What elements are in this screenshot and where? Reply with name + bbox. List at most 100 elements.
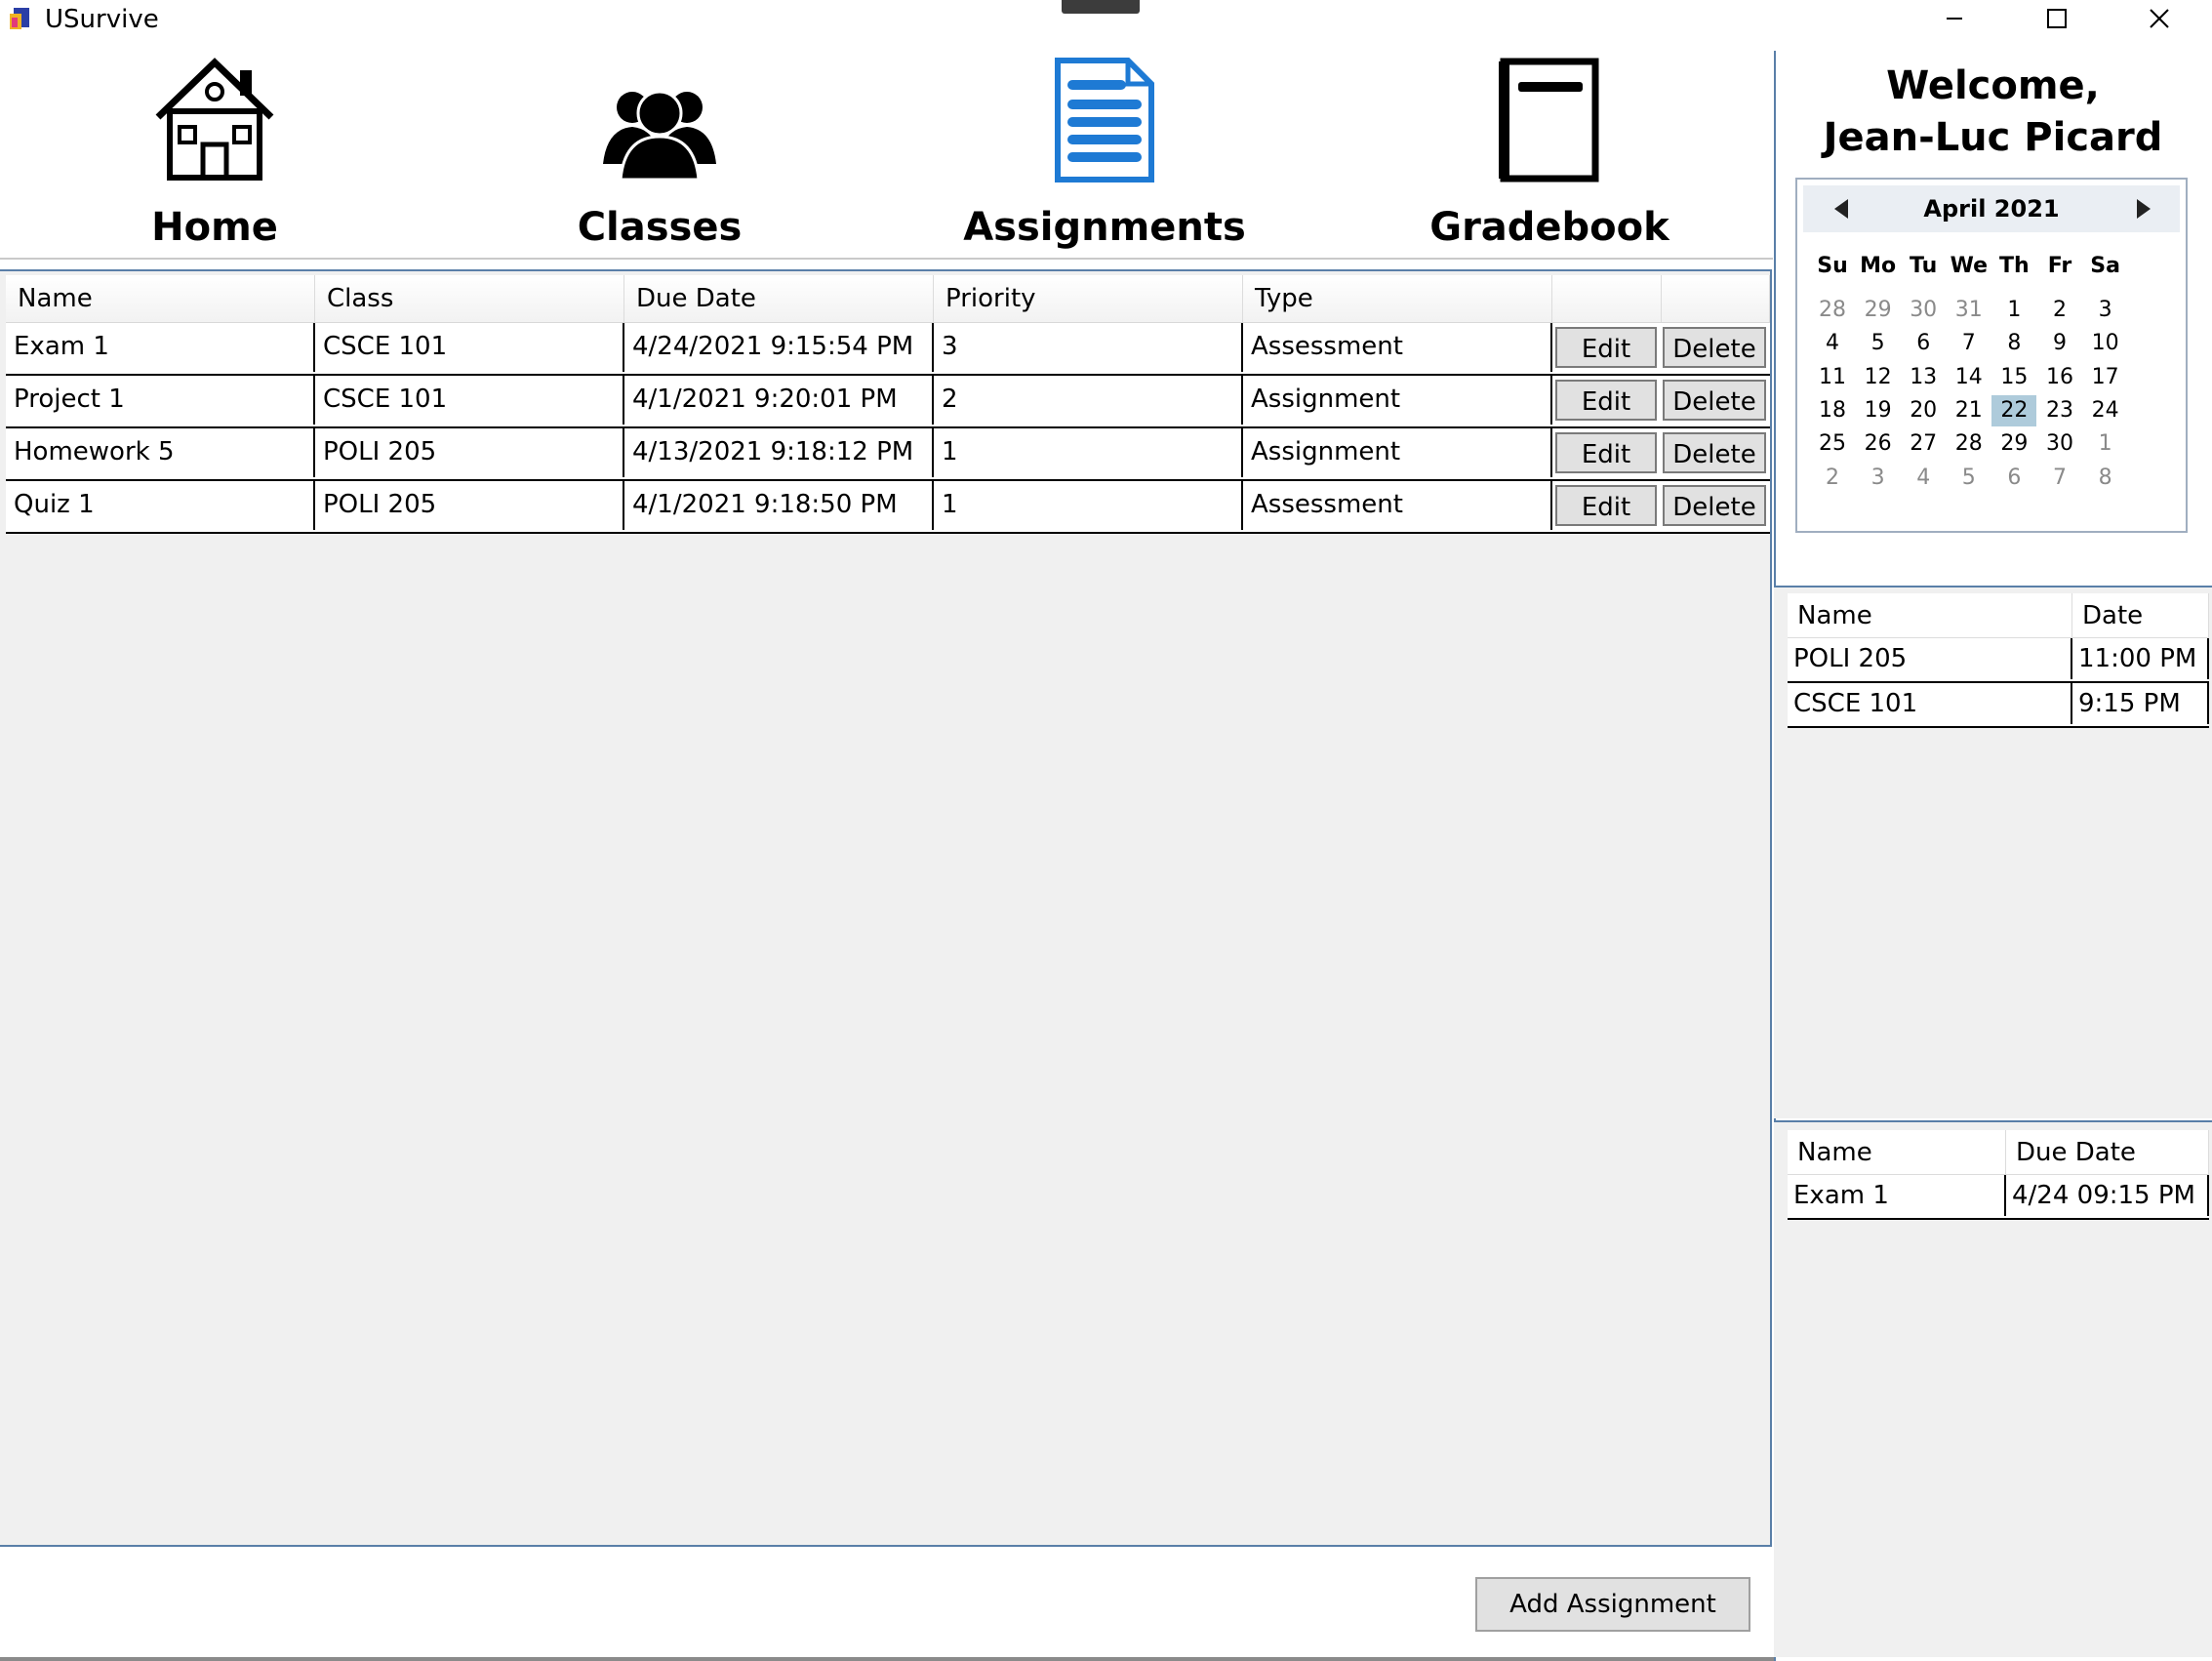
column-header-due-date[interactable]: Due Date: [624, 275, 934, 322]
table-row[interactable]: Quiz 1 POLI 205 4/1/2021 9:18:50 PM 1 As…: [6, 481, 1770, 534]
add-assignment-button[interactable]: Add Assignment: [1475, 1577, 1750, 1632]
calendar-month-label[interactable]: April 2021: [1803, 185, 2180, 232]
calendar-day[interactable]: 24: [2083, 395, 2128, 426]
calendar-day[interactable]: 27: [1901, 428, 1946, 460]
calendar-day[interactable]: 30: [1901, 295, 1946, 326]
cell-name[interactable]: CSCE 101: [1788, 683, 2072, 724]
column-header-type[interactable]: Type: [1243, 275, 1552, 322]
cell-name[interactable]: Quiz 1: [6, 481, 315, 530]
edit-button[interactable]: Edit: [1555, 327, 1657, 368]
cell-type[interactable]: Assignment: [1243, 376, 1552, 425]
calendar-day[interactable]: 11: [1810, 362, 1855, 393]
cell-class[interactable]: POLI 205: [315, 428, 624, 477]
cell-priority[interactable]: 1: [934, 481, 1243, 530]
calendar-day[interactable]: 20: [1901, 395, 1946, 426]
calendar-day[interactable]: 13: [1901, 362, 1946, 393]
calendar-day[interactable]: 29: [1991, 428, 2036, 460]
calendar-day[interactable]: 16: [2037, 362, 2082, 393]
calendar-day[interactable]: 15: [1991, 362, 2036, 393]
calendar-day[interactable]: 6: [1991, 463, 2036, 494]
calendar-day[interactable]: 3: [1856, 463, 1901, 494]
cell-class[interactable]: POLI 205: [315, 481, 624, 530]
column-header-date[interactable]: Date: [2072, 593, 2209, 638]
calendar-day[interactable]: 6: [1901, 328, 1946, 359]
column-header-name[interactable]: Name: [1788, 1130, 2006, 1175]
cell-priority[interactable]: 3: [934, 323, 1243, 372]
calendar-day[interactable]: 25: [1810, 428, 1855, 460]
nav-gradebook[interactable]: Gradebook: [1403, 47, 1696, 257]
cell-class[interactable]: CSCE 101: [315, 376, 624, 425]
edit-button[interactable]: Edit: [1555, 380, 1657, 421]
cell-due-date[interactable]: 4/24/2021 9:15:54 PM: [624, 323, 934, 372]
calendar-day[interactable]: 1: [2083, 428, 2128, 460]
calendar-day[interactable]: 17: [2083, 362, 2128, 393]
calendar-day[interactable]: 9: [2037, 328, 2082, 359]
calendar-day[interactable]: 5: [1856, 328, 1901, 359]
calendar-day[interactable]: 4: [1901, 463, 1946, 494]
column-header-name[interactable]: Name: [6, 275, 315, 322]
calendar-day[interactable]: 26: [1856, 428, 1901, 460]
maximize-button[interactable]: [2023, 0, 2091, 37]
calendar-day[interactable]: 21: [1947, 395, 1991, 426]
table-row[interactable]: Homework 5 POLI 205 4/13/2021 9:18:12 PM…: [6, 428, 1770, 481]
cell-name[interactable]: Exam 1: [1788, 1175, 2006, 1216]
cell-type[interactable]: Assignment: [1243, 428, 1552, 477]
cell-name[interactable]: Homework 5: [6, 428, 315, 477]
cell-name[interactable]: Exam 1: [6, 323, 315, 372]
delete-button[interactable]: Delete: [1663, 380, 1766, 421]
cell-due-date[interactable]: 4/1/2021 9:20:01 PM: [624, 376, 934, 425]
table-row[interactable]: Exam 1 CSCE 101 4/24/2021 9:15:54 PM 3 A…: [6, 323, 1770, 376]
table-row[interactable]: CSCE 101 9:15 PM: [1788, 683, 2209, 728]
close-button[interactable]: [2125, 0, 2193, 37]
edit-button[interactable]: Edit: [1555, 485, 1657, 526]
calendar-day[interactable]: 2: [1810, 463, 1855, 494]
calendar-day[interactable]: 10: [2083, 328, 2128, 359]
delete-button[interactable]: Delete: [1663, 485, 1766, 526]
cell-type[interactable]: Assessment: [1243, 323, 1552, 372]
cell-due-date[interactable]: 4/24 09:15 PM: [2006, 1175, 2209, 1216]
chevron-left-icon[interactable]: [1827, 193, 1858, 224]
calendar-day[interactable]: 31: [1947, 295, 1991, 326]
column-header-class[interactable]: Class: [315, 275, 624, 322]
chevron-right-icon[interactable]: [2127, 193, 2158, 224]
cell-due-date[interactable]: 4/1/2021 9:18:50 PM: [624, 481, 934, 530]
cell-due-date[interactable]: 4/13/2021 9:18:12 PM: [624, 428, 934, 477]
calendar-day[interactable]: 23: [2037, 395, 2082, 426]
calendar-day[interactable]: 19: [1856, 395, 1901, 426]
calendar-day[interactable]: 22: [1991, 394, 2037, 426]
calendar-day[interactable]: 28: [1947, 428, 1991, 460]
cell-type[interactable]: Assessment: [1243, 481, 1552, 530]
cell-name[interactable]: POLI 205: [1788, 638, 2072, 679]
table-row[interactable]: Project 1 CSCE 101 4/1/2021 9:20:01 PM 2…: [6, 376, 1770, 428]
nav-classes[interactable]: Classes: [513, 47, 806, 257]
calendar-day[interactable]: 2: [2037, 295, 2082, 326]
calendar-day[interactable]: 5: [1947, 463, 1991, 494]
table-row[interactable]: POLI 205 11:00 PM: [1788, 638, 2209, 683]
cell-class[interactable]: CSCE 101: [315, 323, 624, 372]
calendar-day[interactable]: 7: [2037, 463, 2082, 494]
calendar-day[interactable]: 1: [1991, 295, 2036, 326]
minimize-button[interactable]: [1920, 0, 1989, 37]
cell-name[interactable]: Project 1: [6, 376, 315, 425]
column-header-due-date[interactable]: Due Date: [2006, 1130, 2209, 1175]
calendar-day[interactable]: 12: [1856, 362, 1901, 393]
cell-priority[interactable]: 2: [934, 376, 1243, 425]
calendar-day[interactable]: 4: [1810, 328, 1855, 359]
nav-assignments[interactable]: Assignments: [958, 47, 1251, 257]
calendar-day[interactable]: 30: [2037, 428, 2082, 460]
column-header-priority[interactable]: Priority: [934, 275, 1243, 322]
calendar-day[interactable]: 8: [2083, 463, 2128, 494]
delete-button[interactable]: Delete: [1663, 432, 1766, 473]
calendar-day[interactable]: 28: [1810, 295, 1855, 326]
edit-button[interactable]: Edit: [1555, 432, 1657, 473]
calendar-day[interactable]: 29: [1856, 295, 1901, 326]
calendar-day[interactable]: 7: [1947, 328, 1991, 359]
table-row[interactable]: Exam 1 4/24 09:15 PM: [1788, 1175, 2209, 1220]
cell-date[interactable]: 11:00 PM: [2072, 638, 2209, 679]
nav-home[interactable]: Home: [68, 47, 361, 257]
calendar-day[interactable]: 3: [2083, 295, 2128, 326]
delete-button[interactable]: Delete: [1663, 327, 1766, 368]
calendar-day[interactable]: 14: [1947, 362, 1991, 393]
column-header-name[interactable]: Name: [1788, 593, 2072, 638]
cell-priority[interactable]: 1: [934, 428, 1243, 477]
